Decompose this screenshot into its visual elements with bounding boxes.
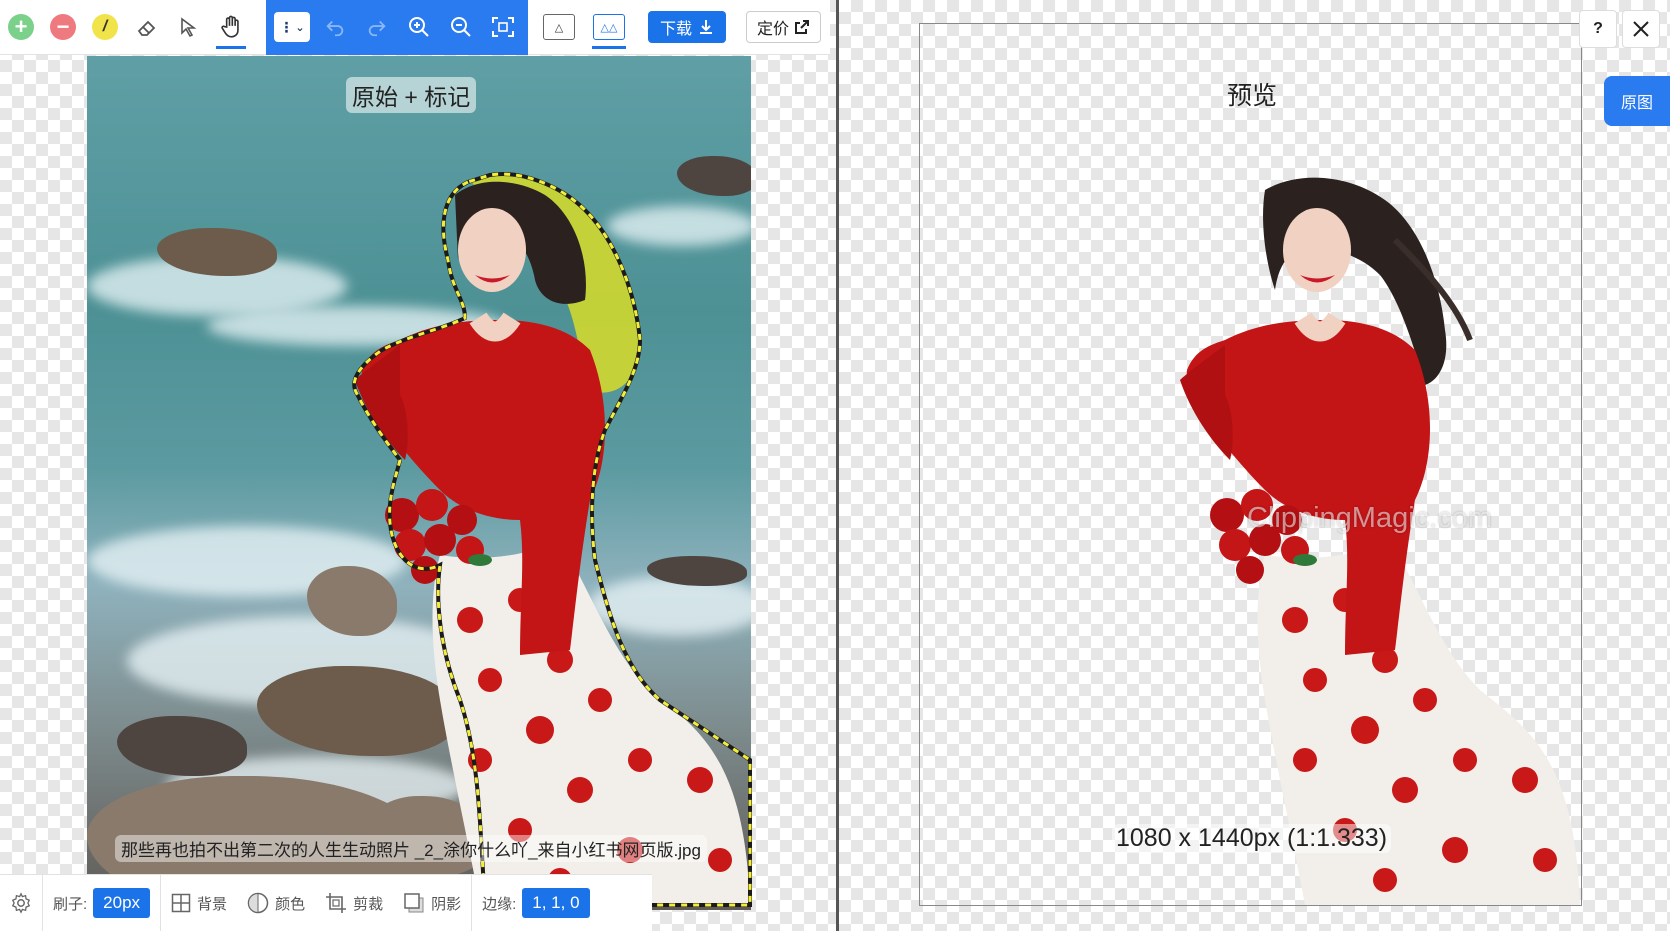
image-size-label: 1080 x 1440px (1:1.333) — [1112, 824, 1392, 853]
preview-pane-title: 预览 — [1227, 82, 1278, 110]
original-tab-label: 原图 — [1620, 95, 1653, 112]
close-button[interactable] — [1622, 10, 1660, 48]
help-icon: ? — [1593, 20, 1603, 37]
help-button[interactable]: ? — [1579, 10, 1617, 48]
watermark-text: ClippingMagic.com — [1247, 502, 1492, 534]
preview-subject — [1180, 177, 1580, 905]
original-image-tab[interactable]: 原图 — [1604, 76, 1670, 126]
close-icon — [1633, 21, 1649, 37]
